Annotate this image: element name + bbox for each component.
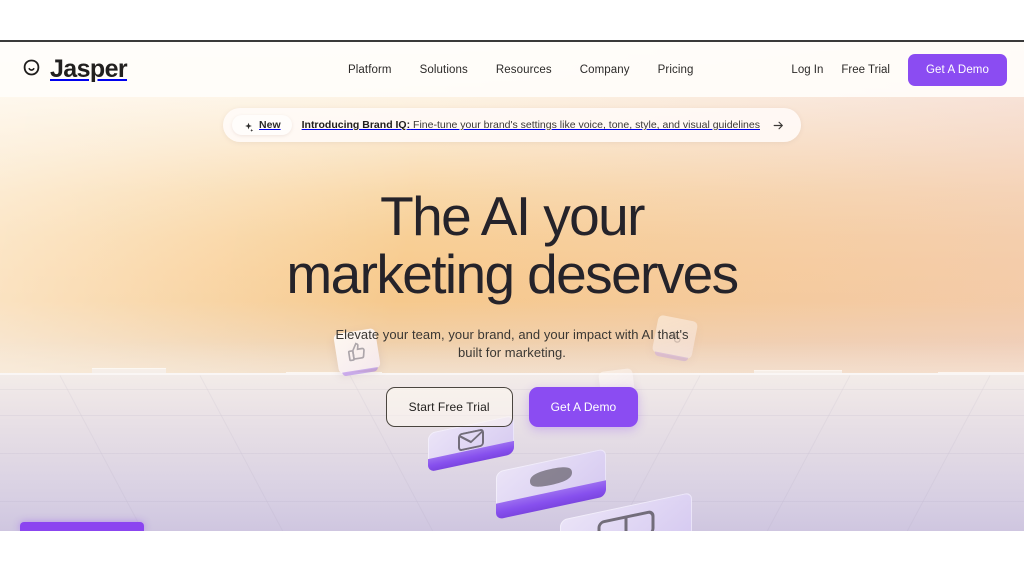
free-trial-link[interactable]: Free Trial	[841, 64, 890, 76]
nav-item-solutions[interactable]: Solutions	[420, 64, 468, 76]
page-title: The AI your marketing deserves	[286, 185, 739, 306]
new-badge-label: New	[259, 119, 281, 131]
login-link[interactable]: Log In	[791, 64, 823, 76]
bottom-letterbox	[0, 531, 1024, 576]
bottom-left-purple-bar	[20, 522, 144, 531]
header-actions: Log In Free Trial Get A Demo	[791, 53, 1007, 86]
jasper-logo[interactable]: Jasper	[20, 55, 128, 84]
main-navigation: Platform Solutions Resources Company Pri…	[348, 64, 694, 76]
announcement-message: Introducing Brand IQ: Fine-tune your bra…	[302, 119, 760, 131]
top-letterbox	[0, 0, 1024, 40]
new-badge: New	[232, 115, 292, 135]
floating-tile-layout	[560, 491, 692, 531]
announcement-banner[interactable]: New Introducing Brand IQ: Fine-tune your…	[223, 108, 801, 142]
browser-viewport: Jasper Platform Solutions Resources Comp…	[0, 42, 1024, 531]
headline-line-1: The AI your	[380, 185, 645, 247]
get-a-demo-hero-button[interactable]: Get A Demo	[528, 387, 639, 428]
nav-item-platform[interactable]: Platform	[348, 64, 392, 76]
get-a-demo-header-button[interactable]: Get A Demo	[907, 53, 1007, 86]
hero-subheadline: Elevate your team, your brand, and your …	[335, 326, 689, 361]
sparkle-icon	[243, 120, 254, 132]
site-header: Jasper Platform Solutions Resources Comp…	[0, 42, 1024, 97]
start-free-trial-button[interactable]: Start Free Trial	[385, 387, 513, 428]
nav-item-resources[interactable]: Resources	[496, 64, 552, 76]
nav-item-pricing[interactable]: Pricing	[658, 64, 694, 76]
brand-name: Jasper	[50, 55, 128, 83]
page-root: Jasper Platform Solutions Resources Comp…	[0, 0, 1024, 576]
hero-cta-row: Start Free Trial Get A Demo	[385, 387, 639, 428]
announcement-body: Fine-tune your brand's settings like voi…	[413, 119, 760, 131]
nav-item-company[interactable]: Company	[580, 64, 630, 76]
jasper-smiley-icon	[20, 58, 43, 81]
arrow-right-icon	[772, 119, 785, 132]
announcement-title: Introducing Brand IQ:	[301, 119, 411, 131]
headline-line-2: marketing deserves	[286, 243, 739, 306]
